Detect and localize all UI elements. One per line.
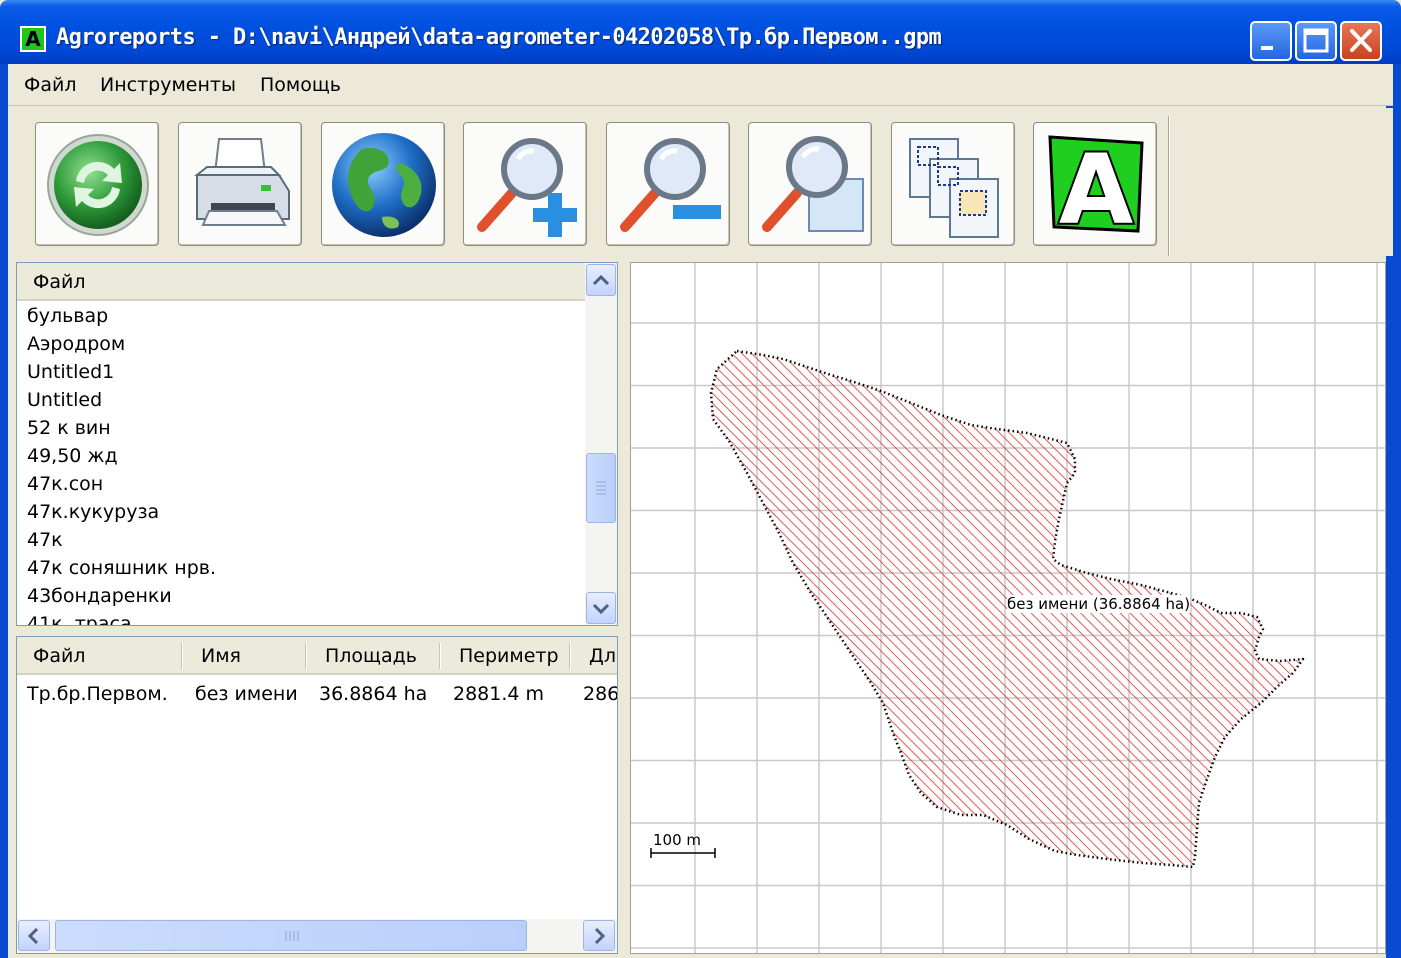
scale-label: 100 m (653, 831, 702, 849)
maximize-icon (1303, 28, 1329, 53)
toolbar-separator (1168, 116, 1170, 256)
scroll-right-button[interactable] (583, 920, 615, 951)
zoom-out-icon (620, 138, 721, 232)
zoom-extent-icon (762, 136, 864, 232)
globe-button[interactable] (321, 122, 445, 246)
file-list-header[interactable]: Файл (17, 263, 585, 301)
zoom-in-button[interactable] (463, 122, 587, 246)
column-separator[interactable] (569, 643, 571, 669)
scroll-left-button[interactable] (18, 920, 50, 951)
cell-name: без имени (195, 683, 298, 705)
column-header-length[interactable]: Дл (589, 645, 616, 667)
chevron-down-icon (592, 603, 610, 615)
list-item[interactable]: 49,50 жд (27, 445, 118, 467)
window-title: Agroreports - D:\navi\Андрей\data-agrome… (56, 25, 942, 50)
list-item[interactable]: 47к.сон (27, 473, 103, 495)
fields-table-hscroll[interactable] (17, 919, 617, 953)
map-view[interactable]: без имени (36.8864 ha) 100 m (630, 262, 1386, 954)
maximize-button[interactable] (1295, 21, 1337, 61)
about-button[interactable]: A (1033, 122, 1157, 247)
title-bar[interactable]: A Agroreports - D:\navi\Андрей\data-agro… (0, 0, 1401, 64)
fields-table-header: Файл Имя Площадь Периметр Дл (17, 637, 617, 675)
scroll-down-button[interactable] (586, 592, 616, 624)
minimize-icon (1261, 46, 1273, 50)
multi-page-icon (909, 138, 999, 238)
app-window: A Agroreports - D:\navi\Андрей\data-agro… (0, 0, 1401, 958)
cell-perimeter: 2881.4 m (453, 683, 545, 705)
column-separator[interactable] (181, 643, 183, 669)
app-icon: A (20, 26, 46, 52)
column-header-perimeter[interactable]: Периметр (459, 645, 559, 667)
print-button[interactable] (178, 122, 302, 246)
scroll-up-button[interactable] (586, 264, 616, 296)
chevron-up-icon (592, 274, 610, 286)
list-item[interactable]: 52 к вин (27, 417, 111, 439)
grip-icon (285, 931, 299, 941)
list-item[interactable]: 41к. траса (27, 613, 132, 625)
grip-icon (596, 481, 606, 495)
file-list-header-label: Файл (33, 271, 86, 293)
list-item[interactable]: 47к соняшник нрв. (27, 557, 216, 579)
menu-bar: Файл Инструменты Помощь (8, 64, 1393, 106)
cell-length: 286 (583, 683, 618, 705)
fields-table-scroll-thumb[interactable] (55, 920, 527, 951)
list-item[interactable]: Untitled (27, 389, 102, 411)
column-separator[interactable] (305, 643, 307, 669)
column-header-area[interactable]: Площадь (325, 645, 417, 667)
file-list-panel[interactable]: Файл бульвар Аэродром Untitled1 Untitled 52 … (16, 262, 618, 626)
list-item[interactable]: бульвар (27, 305, 108, 327)
window-frame-left (0, 64, 8, 958)
list-item[interactable]: 47к (27, 529, 63, 551)
column-separator[interactable] (439, 643, 441, 669)
panel-splitter[interactable] (618, 258, 630, 958)
toolbar: A (8, 108, 1393, 256)
close-icon (1350, 29, 1372, 52)
file-list-vscroll[interactable] (585, 263, 617, 625)
printer-icon (194, 138, 290, 226)
chevron-right-icon (594, 927, 606, 945)
fields-table-panel[interactable]: Файл Имя Площадь Периметр Дл Тр.бр.Перво… (16, 636, 618, 954)
scale-bar (650, 848, 716, 858)
zoom-extent-button[interactable] (748, 122, 872, 246)
list-item[interactable]: 47к.кукуруза (27, 501, 159, 523)
refresh-button[interactable] (35, 122, 159, 246)
list-item[interactable]: Аэродром (27, 333, 125, 355)
zoom-out-button[interactable] (606, 122, 730, 246)
minimize-button[interactable] (1250, 21, 1292, 61)
column-header-name[interactable]: Имя (201, 645, 241, 667)
menu-tools[interactable]: Инструменты (100, 74, 236, 96)
close-button[interactable] (1340, 21, 1382, 61)
agro-a-icon: A (1048, 132, 1144, 247)
menu-help[interactable]: Помощь (260, 74, 341, 96)
zoom-in-icon (477, 138, 577, 237)
file-list-scroll-thumb[interactable] (586, 453, 616, 523)
refresh-icon (47, 134, 149, 236)
cell-area: 36.8864 ha (319, 683, 428, 705)
list-item[interactable]: Untitled1 (27, 361, 114, 383)
column-header-file[interactable]: Файл (33, 645, 86, 667)
chevron-left-icon (27, 927, 39, 945)
field-area-label: без имени (36.8864 ha) (1007, 595, 1191, 613)
menu-file[interactable]: Файл (24, 74, 77, 96)
list-item[interactable]: 43бондаренки (27, 585, 172, 607)
multi-page-button[interactable] (891, 122, 1015, 246)
cell-file: Тр.бр.Первом. (27, 683, 168, 705)
svg-text:A: A (1059, 134, 1133, 246)
globe-icon (332, 133, 436, 237)
